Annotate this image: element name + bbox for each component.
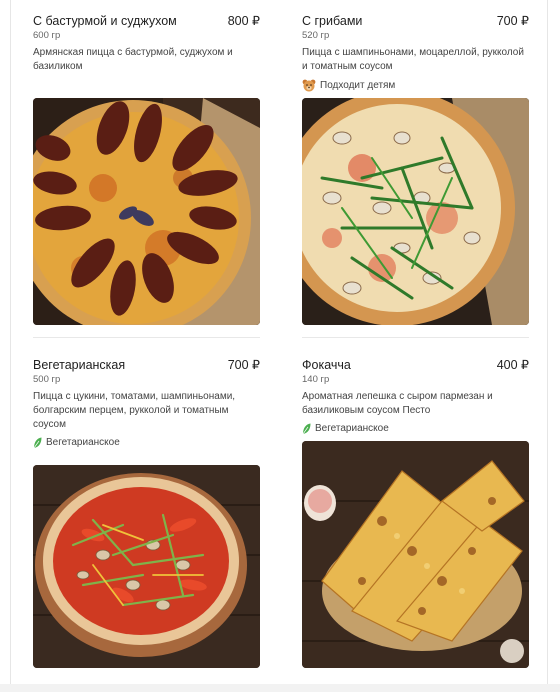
product-card-vegetarian[interactable]: Вегетарианская 700 ₽ 500 гр Пицца с цуки…: [33, 357, 260, 449]
product-name: С бастурмой и суджухом: [33, 14, 177, 28]
product-weight: 500 гр: [33, 374, 61, 385]
vegetarian-badge: Вегетарианское: [33, 437, 260, 449]
product-photo-focaccia[interactable]: [302, 441, 529, 668]
product-description: Армянская пицца с бастурмой, суджухом и …: [33, 47, 233, 72]
tag-label: Вегетарианское: [46, 437, 120, 448]
pizza-mushrooms-image: [302, 98, 529, 325]
pizza-basturma-image: [33, 98, 260, 325]
product-description: Ароматная лепешка с сыром пармезан и баз…: [302, 391, 493, 416]
product-weight: 140 гр: [302, 374, 330, 385]
product-card-focaccia[interactable]: Фокачча 400 ₽ 140 гр Ароматная лепешка с…: [302, 357, 529, 435]
tag-label: Подходит детям: [320, 79, 396, 91]
card-separator: [302, 337, 529, 338]
page-left-border: [10, 0, 11, 692]
bear-icon: [302, 79, 316, 92]
focaccia-image: [302, 441, 529, 668]
product-description: Пицца с цукини, томатами, шампиньонами, …: [33, 391, 236, 430]
product-card-basturma[interactable]: С бастурмой и суджухом 800 ₽ 600 гр Армя…: [33, 13, 260, 74]
product-price: 700 ₽: [227, 358, 260, 372]
product-price: 400 ₽: [496, 358, 529, 372]
product-price: 700 ₽: [496, 14, 529, 28]
pizza-vegetarian-image: [33, 465, 260, 668]
card-separator: [33, 337, 260, 338]
product-weight: 520 гр: [302, 30, 330, 41]
product-name: С грибами: [302, 14, 363, 28]
page-footer-divider: [0, 684, 560, 692]
product-description: Пицца с шампиньонами, моцареллой, руккол…: [302, 47, 524, 72]
product-price: 800 ₽: [227, 14, 260, 28]
product-weight: 600 гр: [33, 30, 61, 41]
vegetarian-badge: Вегетарианское: [302, 423, 529, 435]
tag-label: Вегетарианское: [315, 423, 389, 434]
product-photo-mushrooms[interactable]: [302, 98, 529, 325]
kids-badge: Подходит детям: [302, 79, 529, 92]
product-card-mushrooms[interactable]: С грибами 700 ₽ 520 гр Пицца с шампиньон…: [302, 13, 529, 92]
leaf-icon: [33, 437, 42, 449]
page-right-border: [547, 0, 548, 692]
product-name: Вегетарианская: [33, 358, 126, 372]
product-photo-basturma[interactable]: [33, 98, 260, 325]
product-name: Фокачча: [302, 358, 351, 372]
product-photo-vegetarian[interactable]: [33, 465, 260, 668]
leaf-icon: [302, 423, 311, 435]
